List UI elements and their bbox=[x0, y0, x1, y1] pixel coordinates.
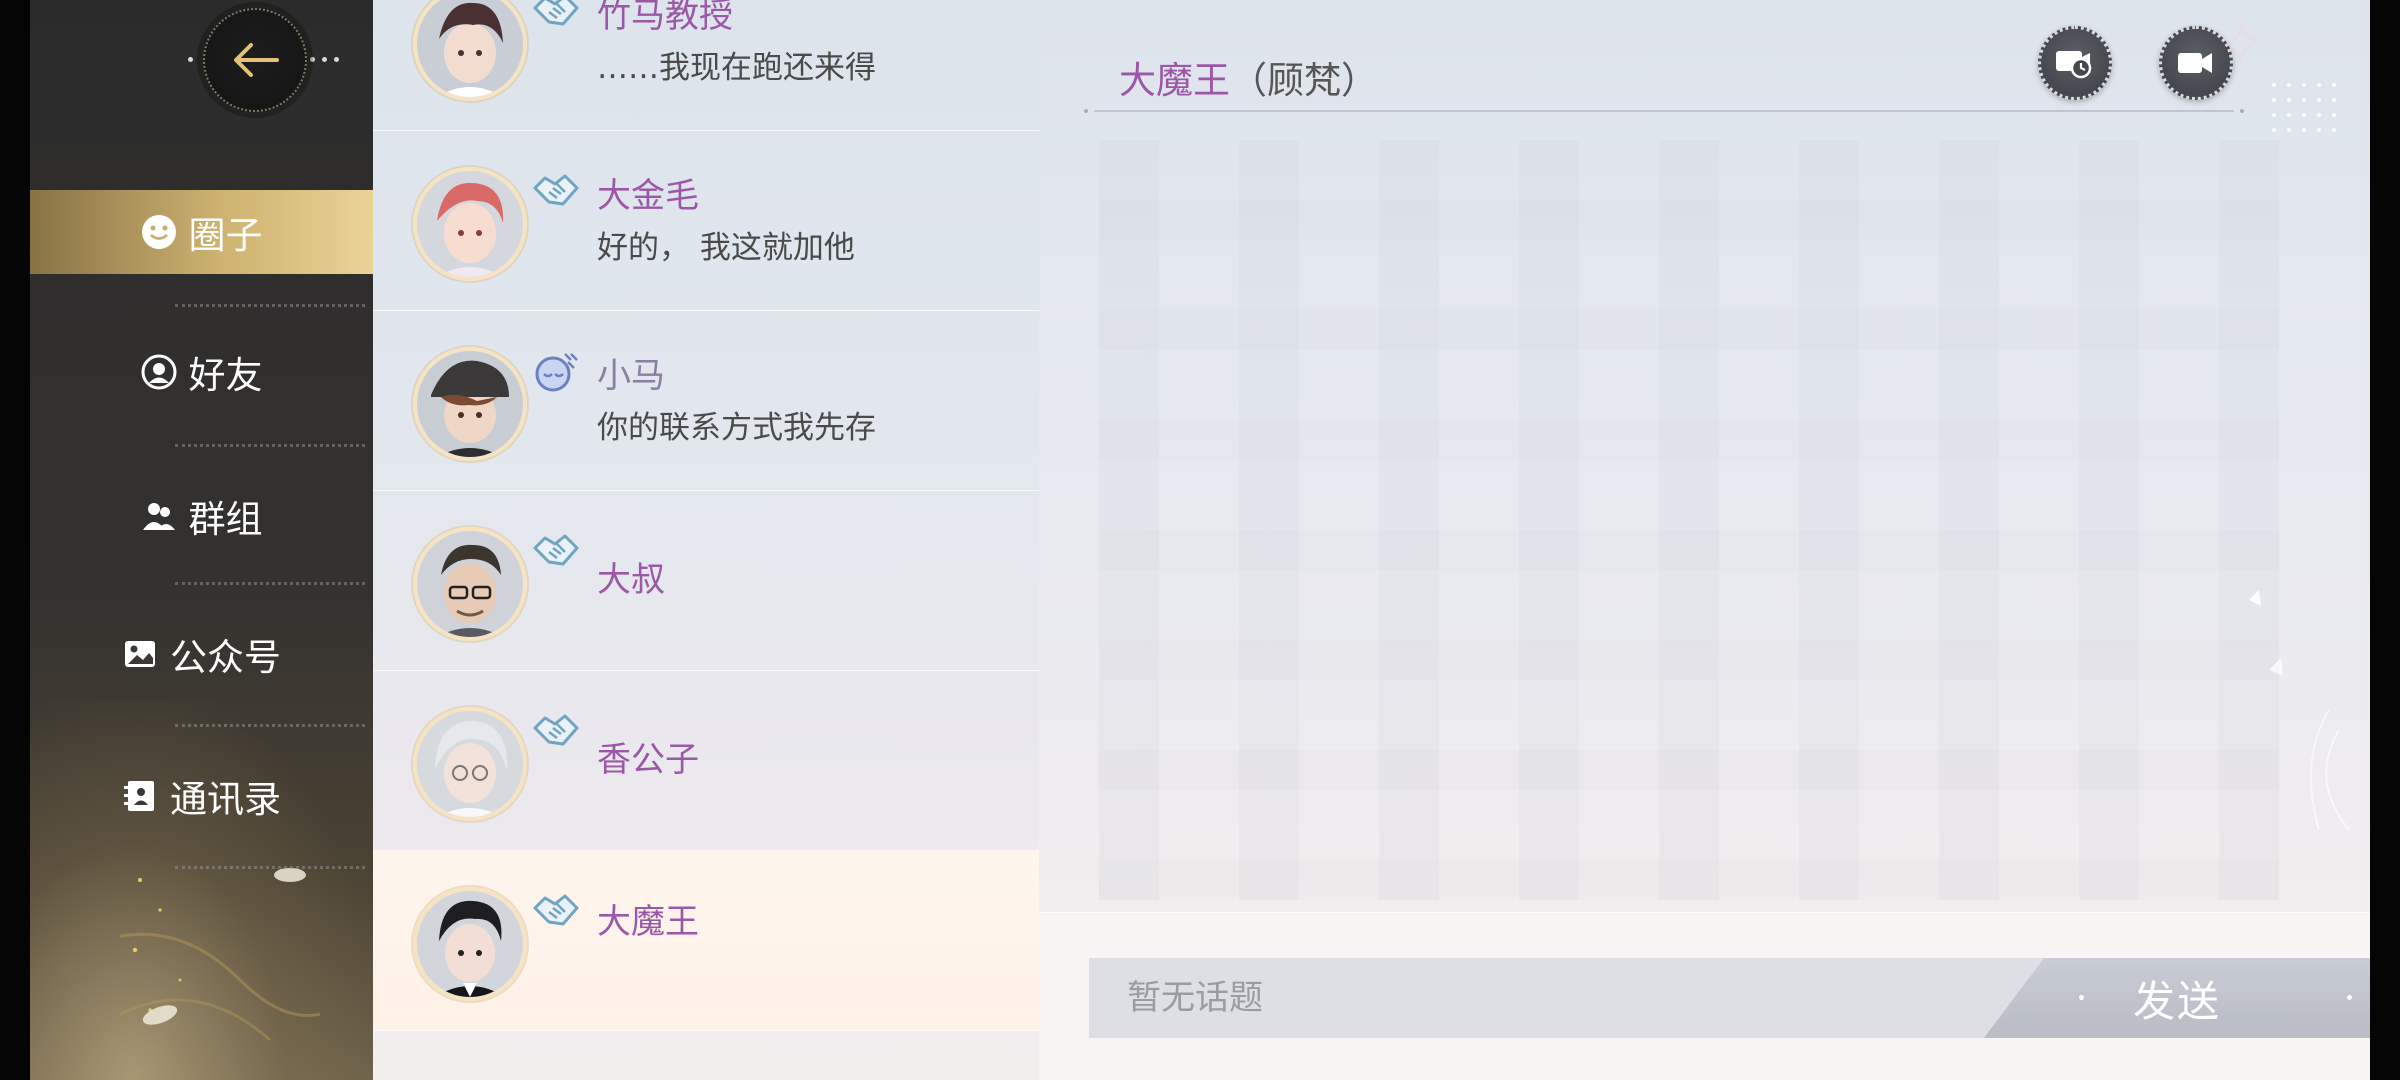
chat-panel: ✧ 大魔王（顾梵） 暂无话题 发送 bbox=[1039, 0, 2370, 1080]
topic-input[interactable] bbox=[1089, 958, 2049, 1038]
contact-name: 小马 bbox=[597, 356, 665, 396]
menu-label: 群组 bbox=[188, 498, 263, 541]
contact-last-message: 你的联系方式我先存 bbox=[597, 410, 876, 446]
avatar bbox=[413, 707, 527, 821]
friend-icon bbox=[141, 354, 176, 390]
contact-item[interactable]: 大金毛 好的， 我这就加他 bbox=[373, 130, 1039, 311]
handshake-icon bbox=[533, 714, 579, 746]
send-dot-right bbox=[2347, 995, 2352, 1000]
left-border bbox=[0, 0, 30, 1080]
video-schedule-icon bbox=[2056, 51, 2092, 79]
back-button[interactable] bbox=[203, 8, 307, 112]
menu-divider bbox=[175, 582, 365, 585]
chat-contact-name: 大魔王 bbox=[1119, 59, 1230, 102]
sparkle-decoration bbox=[120, 868, 320, 1040]
contacts-book-icon bbox=[124, 781, 154, 811]
video-camera-icon bbox=[2178, 53, 2212, 73]
contact-name: 竹马教授 bbox=[597, 0, 733, 36]
menu-label: 圈子 bbox=[188, 214, 263, 257]
contact-name: 大金毛 bbox=[597, 176, 699, 216]
sidebar: 圈子 好友 群组 公众号 通讯录 bbox=[30, 0, 373, 1080]
arrow-left-icon bbox=[234, 43, 279, 77]
picture-icon bbox=[125, 641, 155, 667]
contact-item-selected[interactable]: 大魔王 bbox=[373, 850, 1039, 1031]
menu-item-friends[interactable]: 好友 bbox=[30, 330, 373, 414]
avatar bbox=[413, 527, 527, 641]
menu-label: 通讯录 bbox=[170, 778, 281, 821]
back-dot-right bbox=[310, 57, 315, 62]
video-call-button[interactable] bbox=[2159, 26, 2233, 100]
contact-last-message: ……我现在跑还来得 bbox=[597, 50, 876, 86]
menu-item-groups[interactable]: 群组 bbox=[30, 474, 373, 558]
chat-background-scene bbox=[1099, 140, 2279, 900]
menu-divider bbox=[175, 866, 365, 869]
send-label: 发送 bbox=[2132, 976, 2221, 1026]
send-dot-left bbox=[2079, 995, 2084, 1000]
smiley-icon bbox=[141, 215, 176, 249]
title-divider bbox=[1084, 109, 2244, 113]
contact-item[interactable]: 小马 你的联系方式我先存 bbox=[373, 310, 1039, 491]
handshake-icon bbox=[533, 174, 579, 206]
contact-last-message: 好的， 我这就加他 bbox=[597, 230, 855, 266]
handshake-icon bbox=[533, 0, 579, 26]
avatar bbox=[413, 887, 527, 1001]
back-dot-left bbox=[188, 57, 193, 62]
schedule-call-button[interactable] bbox=[2038, 26, 2112, 100]
send-button[interactable]: 发送 bbox=[1984, 958, 2370, 1038]
menu-label: 公众号 bbox=[170, 636, 281, 679]
contact-name: 香公子 bbox=[597, 740, 699, 780]
group-icon bbox=[142, 503, 175, 530]
menu-item-official-accounts[interactable]: 公众号 bbox=[30, 612, 373, 696]
avatar bbox=[413, 347, 527, 461]
menu-item-circle[interactable]: 圈子 bbox=[30, 190, 373, 274]
butterfly-decoration bbox=[2249, 590, 2350, 831]
menu-divider bbox=[175, 304, 365, 307]
contact-name: 大叔 bbox=[597, 560, 665, 600]
app-window: 圈子 好友 群组 公众号 通讯录 竹马教授 ……我现在跑还来得 大金毛 好的， … bbox=[0, 0, 2400, 1080]
contact-item[interactable]: 大叔 bbox=[373, 490, 1039, 671]
handshake-icon bbox=[533, 894, 579, 926]
dot-grid-decoration bbox=[2272, 83, 2336, 132]
menu-label: 好友 bbox=[188, 354, 263, 397]
back-dot-right-2 bbox=[322, 57, 327, 62]
back-dot-right-3 bbox=[334, 57, 339, 62]
contact-item[interactable]: 香公子 bbox=[373, 670, 1039, 851]
right-border bbox=[2370, 0, 2400, 1080]
avatar bbox=[413, 167, 527, 281]
avatar bbox=[413, 0, 527, 101]
contact-item[interactable]: 竹马教授 ……我现在跑还来得 bbox=[373, 0, 1039, 131]
contact-list: 竹马教授 ……我现在跑还来得 大金毛 好的， 我这就加他 小马 你的联系方式我先… bbox=[373, 0, 1039, 1080]
chat-title: 大魔王（顾梵） bbox=[1119, 50, 1378, 104]
menu-divider bbox=[175, 724, 365, 727]
sleepy-face-icon bbox=[535, 353, 578, 392]
menu-divider bbox=[175, 444, 365, 447]
menu-item-address-book[interactable]: 通讯录 bbox=[30, 754, 373, 838]
handshake-icon bbox=[533, 534, 579, 566]
contact-name: 大魔王 bbox=[597, 902, 699, 942]
chat-contact-real-name: （顾梵） bbox=[1230, 59, 1378, 102]
